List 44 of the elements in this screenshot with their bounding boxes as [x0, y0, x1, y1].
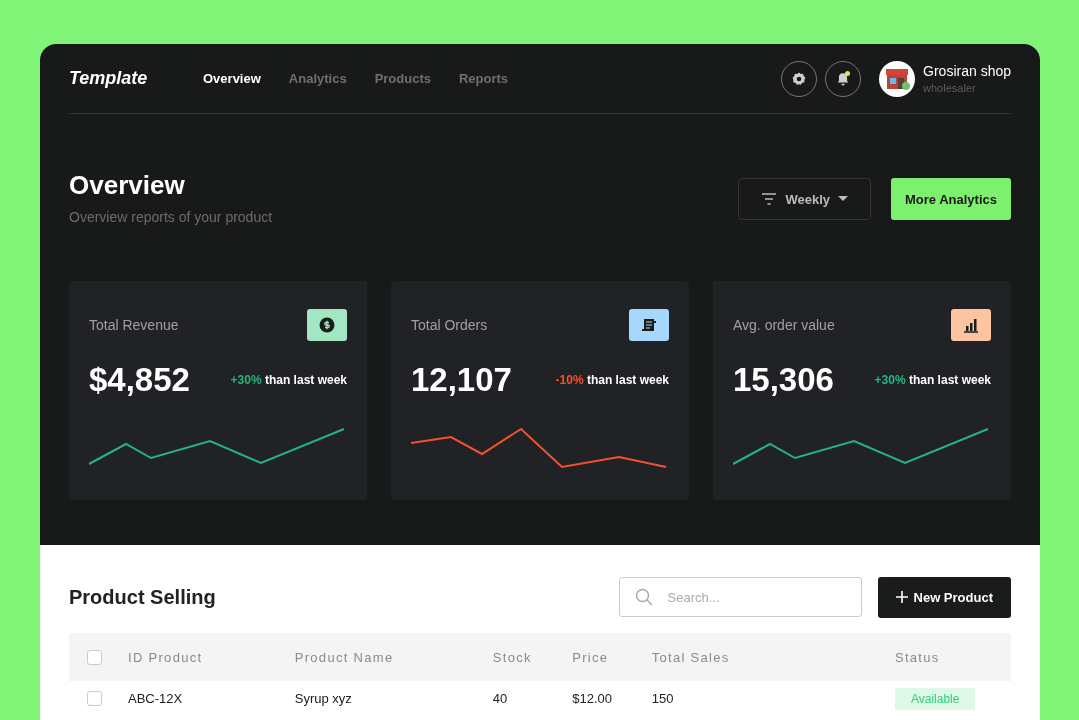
search-field[interactable]: Search... — [618, 577, 862, 617]
period-dropdown[interactable]: Weekly — [738, 178, 871, 220]
stat-change: -10% than last week — [555, 373, 669, 387]
stat-change: +30% than last week — [230, 373, 347, 387]
settings-icon — [792, 71, 807, 86]
receipt-icon — [641, 317, 657, 333]
column-header: Price — [572, 649, 610, 665]
column-header: Total Sales — [651, 649, 731, 665]
table-cell-text: 40 — [492, 690, 509, 706]
shop-avatar[interactable] — [879, 60, 916, 97]
more-analytics-button[interactable]: More Analytics — [891, 178, 1011, 220]
column-header: Product Name — [294, 649, 395, 665]
dollar-icon — [319, 317, 335, 333]
section-title: Product Selling — [69, 585, 217, 609]
shop-role: wholesaler — [923, 82, 977, 94]
page-title: Overview — [69, 170, 186, 201]
brand-logo[interactable]: Template — [69, 68, 203, 89]
column-header: Status — [894, 649, 941, 665]
column-header: Stock — [492, 649, 533, 665]
status-badge: Available — [894, 687, 976, 710]
caret-icon — [838, 196, 848, 202]
stat-value: $4,852 — [89, 361, 190, 399]
checkbox[interactable] — [87, 649, 102, 665]
stat-label: Total Orders — [411, 317, 488, 333]
filter-icon — [761, 193, 778, 205]
bell-icon — [836, 71, 851, 86]
plus-icon — [895, 591, 908, 603]
table-cell-text: ABC-12X — [128, 690, 184, 706]
new-product-button[interactable]: New Product — [877, 576, 1011, 618]
stat-change: +30% than last week — [874, 373, 991, 387]
nav-tab[interactable]: Overview — [203, 71, 261, 86]
checkbox[interactable] — [87, 690, 102, 706]
table-cell-text: 150 — [651, 690, 675, 706]
table-cell-text: Syrup xyz — [294, 690, 353, 706]
stat-label: Avg. order value — [733, 317, 835, 333]
shop-name: Grosiran shop — [923, 63, 1011, 79]
bar-chart-icon — [963, 317, 979, 333]
column-header: ID Product — [128, 649, 204, 665]
table-cell-text: $12.00 — [572, 690, 614, 706]
stat-value: 15,306 — [733, 361, 834, 399]
search-icon — [634, 588, 653, 606]
stat-value: 12,107 — [411, 361, 512, 399]
stat-label: Total Revenue — [89, 317, 179, 333]
page-subtitle: Overview reports of your product — [69, 209, 274, 225]
